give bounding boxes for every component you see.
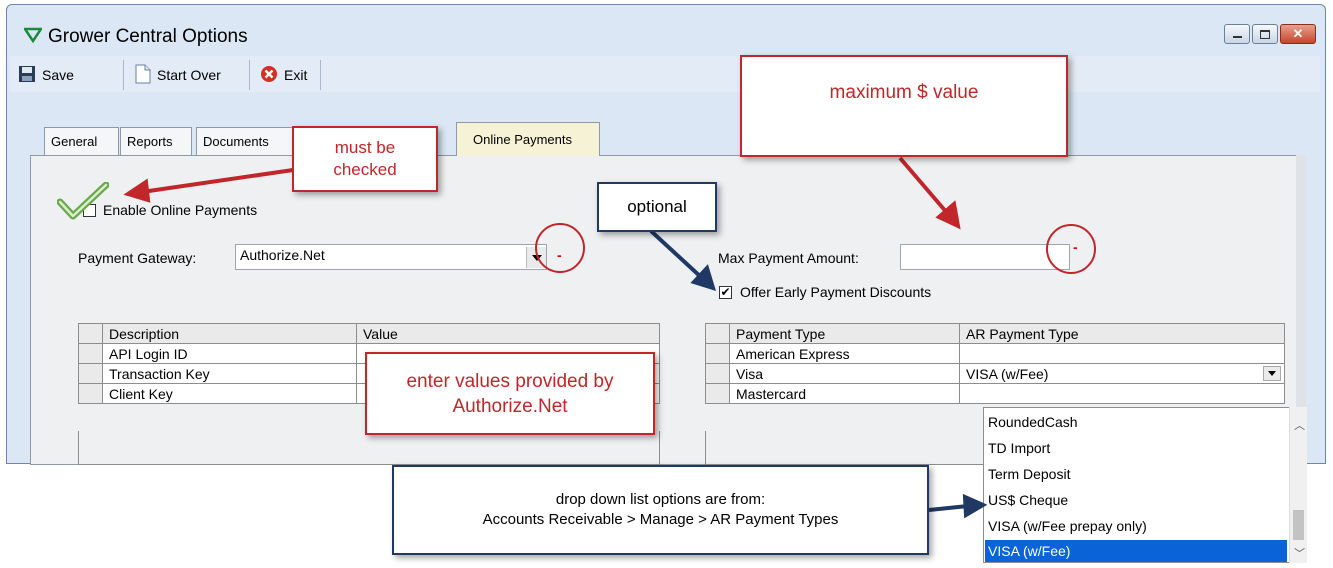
arrow-optional bbox=[649, 229, 717, 292]
callout-text: must be bbox=[334, 138, 396, 157]
callout-text: optional bbox=[627, 197, 687, 216]
callout-text: Authorize.Net bbox=[452, 395, 568, 417]
annotation-circle bbox=[535, 223, 585, 273]
callout-text: checked bbox=[333, 160, 397, 179]
callout-must-be-checked: must be checked bbox=[292, 126, 438, 192]
callout-enter-values: enter values provided by Authorize.Net bbox=[365, 352, 655, 435]
arrow-dropdown-source bbox=[928, 493, 988, 519]
arrow-must-be-checked bbox=[123, 168, 294, 203]
arrow-maximum-value bbox=[898, 156, 961, 230]
callout-optional: optional bbox=[597, 182, 717, 232]
callout-text: maximum $ value bbox=[829, 82, 979, 103]
callout-dropdown-source: drop down list options are from: Account… bbox=[392, 465, 929, 555]
callout-text: drop down list options are from: bbox=[555, 491, 766, 508]
callout-text: enter values provided by bbox=[406, 370, 614, 392]
callout-text: Accounts Receivable > Manage > AR Paymen… bbox=[482, 511, 839, 528]
annotation-circle bbox=[1046, 224, 1096, 274]
callout-maximum-value: maximum $ value bbox=[740, 55, 1068, 157]
